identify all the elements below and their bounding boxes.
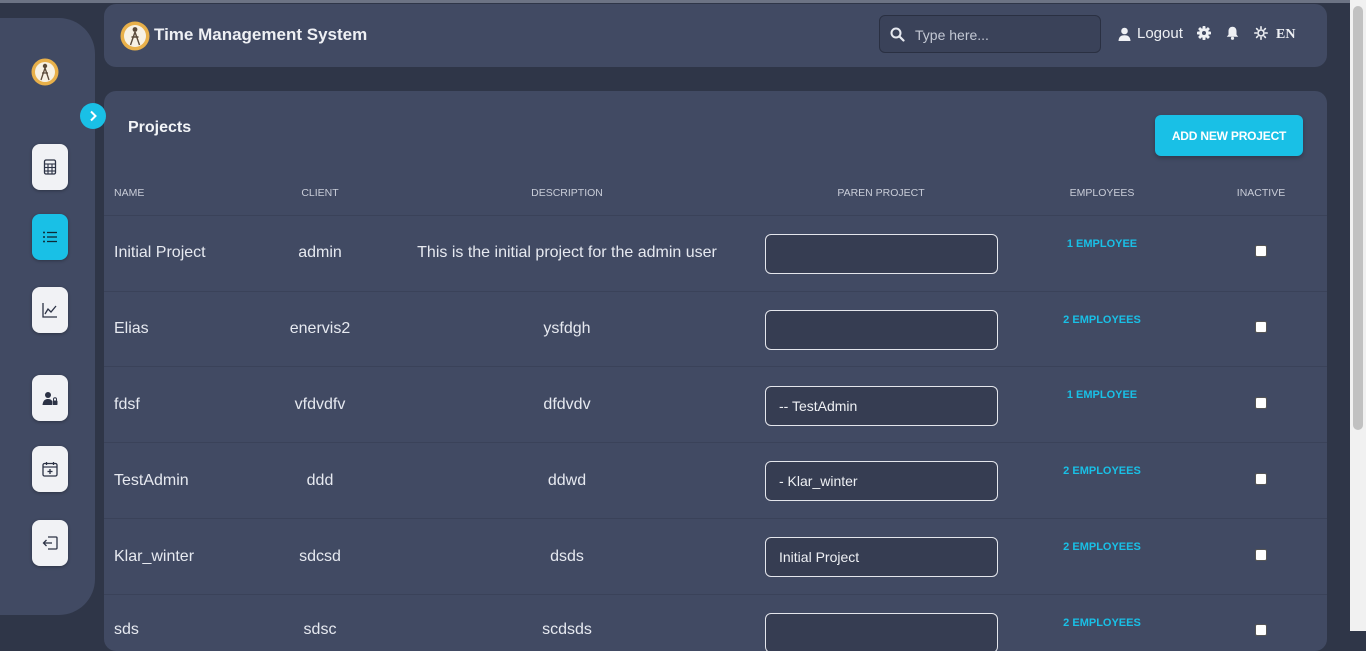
window-top-strip [0,0,1366,3]
inactive-checkbox[interactable] [1255,397,1267,409]
project-name: Initial Project [114,244,206,261]
sidebar [0,18,95,615]
app-logo [120,21,150,51]
parent-project-select[interactable]: Initial Project [765,537,998,577]
nav-reports-button[interactable] [32,287,68,333]
nav-timesheet-button[interactable] [32,144,68,190]
add-new-project-button[interactable]: ADD NEW PROJECT [1155,115,1303,156]
parent-project-select[interactable]: - Klar_winter [765,461,998,501]
project-client: admin [298,244,342,261]
scrollbar-thumb[interactable] [1353,6,1363,430]
project-name: sds [114,621,139,638]
row-divider [104,291,1327,292]
page-scrollbar[interactable] [1350,0,1366,631]
language-selector[interactable]: EN [1276,27,1295,43]
parent-project-select[interactable] [765,613,998,651]
nav-logout-button[interactable] [32,520,68,566]
nav-projects-button[interactable] [32,214,68,260]
project-name: Klar_winter [114,548,195,565]
employees-link[interactable]: 2 EMPLOYEES [1063,314,1141,326]
inactive-checkbox[interactable] [1255,549,1267,561]
parent-project-select[interactable] [765,310,998,350]
nav-users-button[interactable] [32,375,68,421]
project-description: ddwd [547,472,587,489]
row-divider [104,215,1327,216]
list-icon [43,231,57,243]
spreadsheet-icon [43,159,57,175]
project-description: ysfdgh [543,320,591,337]
search-box[interactable] [879,15,1101,53]
inactive-checkbox[interactable] [1255,321,1267,333]
row-divider [104,442,1327,443]
chevron-right-icon [90,110,97,122]
project-client: ddd [306,472,334,489]
app-logo [31,58,59,86]
row-divider [104,366,1327,367]
employees-link[interactable]: 2 EMPLOYEES [1063,541,1141,553]
project-description: dsds [550,548,584,565]
inactive-checkbox[interactable] [1255,245,1267,257]
calendar-plus-icon [42,462,58,477]
bell-icon[interactable] [1226,26,1239,40]
project-name: Elias [114,320,149,337]
project-description: dfdvdv [543,396,591,413]
user-lock-icon [42,392,58,405]
inactive-checkbox[interactable] [1255,624,1267,636]
logout-label: Logout [1137,25,1183,42]
parent-project-select[interactable] [765,234,998,274]
employees-link[interactable]: 2 EMPLOYEES [1063,465,1141,477]
sidebar-toggle-button[interactable] [80,103,106,129]
column-header-name: NAME [114,187,145,199]
project-description: scdsds [542,621,592,638]
project-name: TestAdmin [114,472,189,489]
search-icon [890,27,905,42]
chart-line-icon [42,303,57,318]
project-client: vfdvdfv [294,396,346,413]
parent-project-select[interactable]: -- TestAdmin [765,386,998,426]
row-divider [104,518,1327,519]
inactive-checkbox[interactable] [1255,473,1267,485]
employees-link[interactable]: 2 EMPLOYEES [1063,617,1141,629]
project-name: fdsf [114,396,140,413]
project-description: This is the initial project for the admi… [417,244,717,261]
search-input[interactable] [913,24,1097,46]
gear-icon[interactable] [1197,26,1211,40]
top-header: Time Management System Logout [104,4,1327,67]
logout-link[interactable]: Logout [1118,25,1183,42]
project-client: sdsc [303,621,337,638]
employees-link[interactable]: 1 EMPLOYEE [1067,238,1137,250]
project-client: enervis2 [289,320,351,337]
page-title: Projects [128,119,192,136]
sun-icon[interactable] [1254,26,1268,40]
employees-link[interactable]: 1 EMPLOYEE [1067,389,1137,401]
user-icon [1118,27,1131,41]
projects-card: Projects ADD NEW PROJECT NAME CLIENT DES… [104,91,1327,651]
row-divider [104,594,1327,595]
project-client: sdcsd [299,548,341,565]
sign-out-icon [42,536,58,550]
nav-calendar-button[interactable] [32,446,68,492]
app-title: Time Management System [154,25,368,44]
